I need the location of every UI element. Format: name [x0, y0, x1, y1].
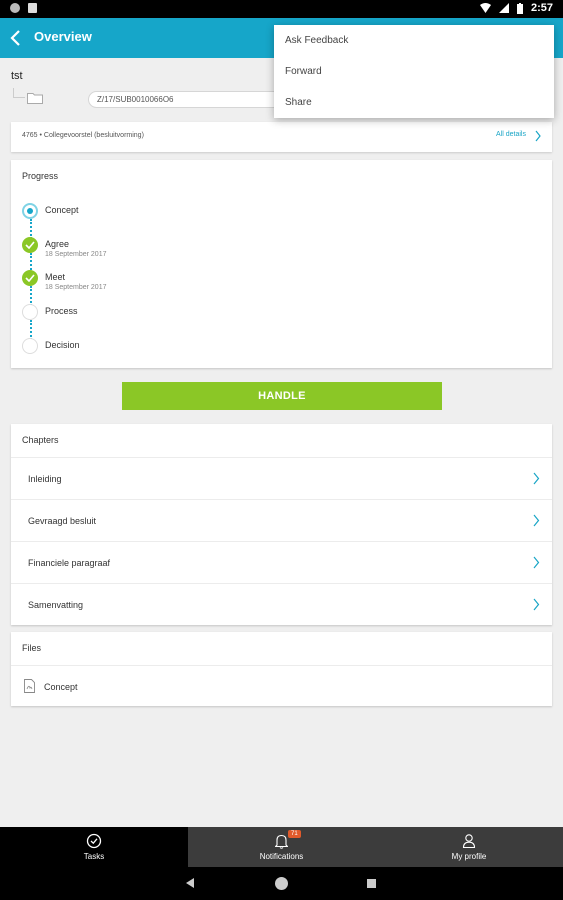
chevron-right-icon	[533, 556, 540, 569]
current-step-icon	[22, 203, 38, 219]
step-date: 18 September 2017	[45, 251, 107, 258]
chapter-label: Inleiding	[28, 474, 62, 484]
signal-icon	[498, 3, 509, 13]
menu-item-ask-feedback[interactable]: Ask Feedback	[285, 35, 348, 46]
nav-recents-icon[interactable]	[367, 879, 376, 888]
chevron-right-icon	[535, 130, 541, 142]
progress-step-meet: Meet 18 September 2017	[11, 270, 311, 300]
system-nav-bar	[0, 867, 563, 900]
sd-card-icon	[28, 3, 37, 13]
tab-tasks[interactable]: Tasks	[0, 827, 188, 867]
step-label: Agree	[45, 239, 70, 249]
step-label: Concept	[45, 205, 79, 215]
tab-label: My profile	[451, 852, 487, 861]
tree-connector	[13, 88, 25, 98]
notification-badge: 71	[288, 830, 301, 838]
check-circle-icon	[86, 833, 102, 849]
menu-item-forward[interactable]: Forward	[285, 66, 322, 77]
nav-home-icon[interactable]	[275, 877, 288, 890]
tab-label: Tasks	[83, 852, 105, 861]
step-label: Meet	[45, 272, 66, 282]
chevron-right-icon	[533, 472, 540, 485]
check-icon	[22, 237, 38, 253]
battery-icon	[516, 2, 523, 14]
chevron-right-icon	[533, 514, 540, 527]
overflow-menu: Ask Feedback Forward Share	[274, 25, 554, 118]
handle-button[interactable]: HANDLE	[122, 382, 442, 410]
chapter-label: Financiele paragraaf	[28, 558, 111, 568]
bottom-tab-bar: Tasks 71 Notifications My profile	[0, 827, 563, 867]
progress-step-decision: Decision	[11, 338, 311, 368]
pending-step-icon	[22, 338, 38, 354]
wifi-icon	[479, 3, 491, 13]
chapter-label: Gevraagd besluit	[28, 516, 97, 526]
progress-card: Progress Concept Agree 18 September 2017…	[11, 160, 552, 368]
pdf-icon	[24, 679, 35, 693]
file-label: Concept	[44, 682, 78, 692]
chapters-card: Chapters Inleiding Gevraagd besluit Fina…	[11, 424, 552, 625]
menu-item-share[interactable]: Share	[285, 97, 312, 108]
chevron-right-icon	[533, 598, 540, 611]
progress-title: Progress	[22, 171, 59, 181]
step-label: Process	[45, 306, 78, 316]
person-icon	[462, 834, 476, 848]
chapter-item[interactable]: Financiele paragraaf	[11, 541, 552, 583]
task-info-bar[interactable]: 4765 • Collegevoorstel (besluitvorming) …	[11, 122, 552, 152]
clock: 2:57	[530, 2, 553, 14]
tab-label: Notifications	[259, 852, 304, 861]
chapter-label: Samenvatting	[28, 600, 84, 610]
all-details-link[interactable]: All details	[496, 131, 526, 138]
step-label: Decision	[45, 340, 80, 350]
folder-icon	[27, 93, 43, 104]
chapter-item[interactable]: Inleiding	[11, 457, 552, 499]
back-arrow-icon[interactable]	[8, 28, 24, 48]
file-item[interactable]: Concept	[11, 665, 552, 706]
chapters-title: Chapters	[22, 435, 59, 445]
progress-step-agree: Agree 18 September 2017	[11, 237, 311, 267]
tab-notifications[interactable]: 71 Notifications	[188, 827, 375, 867]
task-title: tst	[11, 70, 23, 82]
document-number-field: Z/17/SUB0010066O6	[88, 91, 288, 108]
tab-my-profile[interactable]: My profile	[375, 827, 563, 867]
pending-step-icon	[22, 304, 38, 320]
status-bar: 2:57	[0, 0, 563, 18]
page-title: Overview	[34, 29, 92, 44]
nav-back-icon[interactable]	[186, 878, 194, 888]
files-title: Files	[22, 643, 42, 653]
progress-step-concept: Concept	[11, 203, 311, 233]
bell-icon	[275, 834, 288, 849]
files-card: Files Concept	[11, 632, 552, 706]
step-date: 18 September 2017	[45, 284, 107, 291]
chapter-item[interactable]: Gevraagd besluit	[11, 499, 552, 541]
chapter-item[interactable]: Samenvatting	[11, 583, 552, 625]
progress-step-process: Process	[11, 304, 311, 334]
task-info-text: 4765 • Collegevoorstel (besluitvorming)	[22, 132, 144, 139]
check-icon	[22, 270, 38, 286]
app-notification-icon	[10, 3, 20, 13]
